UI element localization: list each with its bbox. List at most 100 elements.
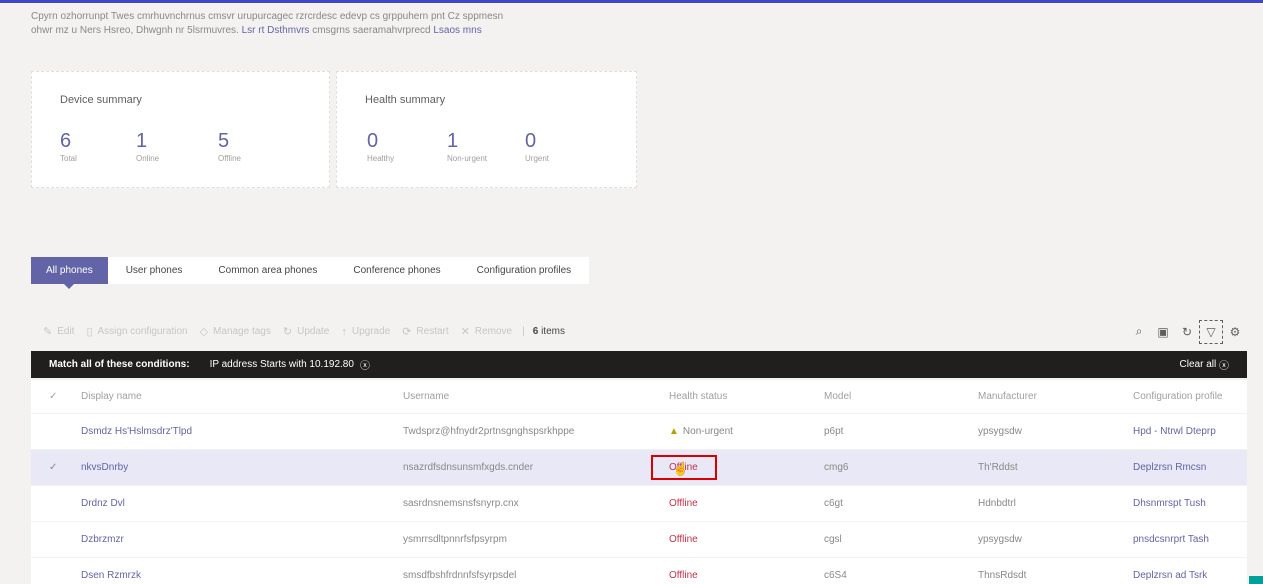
column-header[interactable]: Manufacturer (978, 391, 1133, 402)
profile-link[interactable]: Hpd - Ntrwl Dteprp (1133, 426, 1247, 437)
table-row[interactable]: Dsen Rzmrzk smsdfbshfrdnnfsfsyrpsdel Off… (31, 558, 1247, 584)
username-cell: smsdfbshfrdnnfsfsyrpsdel (403, 570, 517, 581)
table-row[interactable]: Drdnz Dvl sasrdnsnemsnsfsnyrp.cnx Offlin… (31, 486, 1247, 522)
export-icon[interactable]: ▣ (1151, 320, 1175, 344)
document-icon: ▯ (86, 326, 93, 338)
device-summary-card: Device summary 6 Total 1 Online 5 Offlin… (31, 71, 330, 188)
remove-label: Remove (474, 326, 513, 337)
remove-button[interactable]: ✕ Remove (461, 325, 512, 338)
profile-link[interactable]: Deplzrsn ad Tsrk (1133, 570, 1247, 581)
display-name-link[interactable]: Dsmdz Hs'Hslmsdrz'Tlpd (81, 426, 403, 437)
refresh-icon[interactable]: ↻ (1175, 320, 1199, 344)
settings-icon[interactable]: ⚙ (1223, 320, 1247, 344)
clear-all-label: Clear all (1179, 359, 1217, 370)
update-label: Update (297, 326, 330, 337)
toolbar-right-actions: ⌕ ▣ ↻ ▽ ⚙ (1127, 319, 1247, 344)
intro-link-1[interactable]: Lsr rt Dsthmvrs (242, 25, 310, 36)
assign-configuration-button[interactable]: ▯ Assign configuration (86, 325, 187, 338)
manufacturer-cell: Th'Rddst (978, 462, 1018, 473)
pencil-icon: ✎ (43, 326, 53, 338)
warning-icon: ▲ (669, 426, 679, 437)
tab-common-area-phones[interactable]: Common area phones (200, 257, 335, 284)
row-checkbox[interactable]: ✓ (31, 462, 81, 473)
stat-online[interactable]: 1 Online (136, 130, 206, 163)
search-icon[interactable]: ⌕ (1127, 320, 1151, 344)
profile-link[interactable]: Dhsnmrspt Tush (1133, 498, 1247, 509)
health-status-cell: Offline ☝ (651, 455, 824, 480)
tag-icon: ◇ (199, 326, 209, 338)
upgrade-button[interactable]: ↑ Upgrade (341, 326, 390, 338)
display-name-link[interactable]: nkvsDnrby (81, 462, 403, 473)
phone-tabs: All phones User phones Common area phone… (31, 257, 590, 289)
column-header[interactable]: Model (824, 391, 978, 402)
stat-label: Urgent (525, 154, 550, 163)
health-status-text: Non-urgent (682, 426, 733, 437)
edit-label: Edit (57, 326, 75, 337)
command-toolbar: ✎ Edit ▯ Assign configuration ◇ Manage tags… (31, 318, 1247, 345)
table-row[interactable]: Dsmdz Hs'Hslmsdrz'Tlpd Twdsprz@hfnydr2pr… (31, 414, 1247, 450)
display-name-link[interactable]: Dzbrzmzr (81, 534, 403, 545)
clear-all-icon: ⓧ (1219, 361, 1229, 372)
health-status-cell: Offline (669, 498, 698, 509)
highlighted-status-box[interactable]: Offline ☝ (651, 455, 717, 480)
username-cell: nsazrdfsdnsunsmfxgds.cnder (403, 462, 534, 473)
manufacturer-cell: Hdnbdtrl (978, 498, 1016, 509)
model-cell: p6pt (824, 426, 844, 437)
tab-configuration-profiles[interactable]: Configuration profiles (459, 257, 590, 284)
column-header[interactable]: Configuration profile (1133, 391, 1247, 402)
manage-tags-button[interactable]: ◇ Manage tags (200, 325, 271, 338)
intro-line-2: ohwr mz u Ners Hsreo, Dhwgnh nr 5lsrmuvr… (31, 25, 242, 36)
clear-all-button[interactable]: Clear all ⓧ (1180, 357, 1229, 372)
tab-conference-phones[interactable]: Conference phones (335, 257, 458, 284)
intro-text: Cpyrn ozhorrunpt Twes cmrhuvnchrnus cmsv… (31, 10, 631, 38)
item-count: 6 items (533, 326, 565, 337)
toolbar-divider: | (522, 326, 525, 337)
manage-tags-label: Manage tags (213, 326, 271, 337)
stat-value: 0 (367, 130, 379, 152)
hand-cursor-icon: ☝ (672, 461, 689, 476)
model-cell: c6gt (824, 498, 843, 509)
manufacturer-cell: ypsygsdw (978, 534, 1022, 545)
assign-label: Assign configuration (97, 326, 188, 337)
stat-offline[interactable]: 5 Offline (218, 130, 288, 163)
edit-button[interactable]: ✎ Edit (43, 325, 74, 338)
table-row[interactable]: Dzbrzmzr ysmrrsdltpnnrfsfpsyrpm Offline … (31, 522, 1247, 558)
filter-icon[interactable]: ▽ (1199, 319, 1223, 344)
profile-link[interactable]: Deplzrsn Rmcsn (1133, 462, 1247, 473)
username-cell: Twdsprz@hfnydr2prtnsgnghspsrkhppe (403, 426, 575, 437)
arrow-up-icon: ↑ (341, 325, 347, 338)
column-header[interactable]: Display name (81, 391, 403, 402)
stat-label: Healthy (367, 154, 395, 163)
profile-link[interactable]: pnsdcsnrprt Tash (1133, 534, 1247, 545)
refresh-icon: ↻ (282, 326, 293, 338)
stat-value: 1 (136, 130, 148, 152)
table-row[interactable]: ✓ nkvsDnrby nsazrdfsdnsunsmfxgds.cnder O… (31, 450, 1247, 486)
item-count-label: items (538, 326, 565, 337)
manufacturer-cell: ThnsRdsdt (978, 570, 1027, 581)
stat-label: Non-urgent (447, 154, 488, 163)
filter-lead: Match all of these conditions: (49, 359, 190, 370)
select-all-checkbox[interactable]: ✓ (31, 391, 81, 402)
display-name-link[interactable]: Dsen Rzmrzk (81, 570, 403, 581)
stat-healthy[interactable]: 0 Healthy (367, 130, 437, 163)
stat-urgent[interactable]: 0 Urgent (525, 130, 595, 163)
stat-total[interactable]: 6 Total (60, 130, 130, 163)
tab-all-phones[interactable]: All phones (31, 257, 108, 289)
display-name-link[interactable]: Drdnz Dvl (81, 498, 403, 509)
intro-link-2[interactable]: Lsaos mns (433, 25, 481, 36)
update-button[interactable]: ↻ Update (283, 325, 329, 338)
stat-value: 6 (60, 130, 72, 152)
phones-table: ✓ Display name Username Health status Mo… (31, 380, 1247, 584)
column-header[interactable]: Health status (669, 391, 824, 402)
tab-user-phones[interactable]: User phones (108, 257, 201, 284)
restart-button[interactable]: ⟳ Restart (402, 325, 448, 338)
column-header[interactable]: Username (403, 391, 669, 402)
stat-non-urgent[interactable]: 1 Non-urgent (447, 130, 517, 163)
corner-badge (1249, 576, 1263, 584)
health-summary-title: Health summary (365, 94, 446, 106)
stat-label: Total (60, 154, 77, 163)
intro-line-1: Cpyrn ozhorrunpt Twes cmrhuvnchrnus cmsv… (31, 11, 504, 22)
remove-condition-icon[interactable]: ⓧ (360, 357, 370, 372)
stat-label: Offline (218, 154, 241, 163)
upgrade-label: Upgrade (351, 326, 391, 337)
